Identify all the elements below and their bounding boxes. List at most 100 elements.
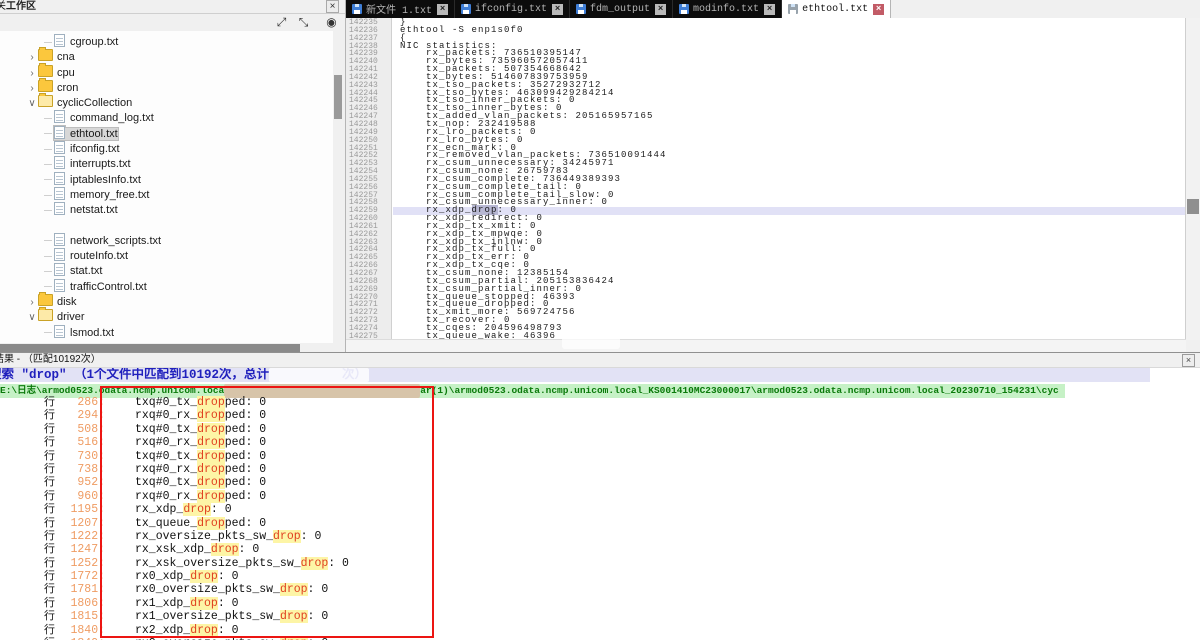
result-row[interactable]: 行952:txq#0_tx_dropped: 0 — [0, 476, 1200, 489]
scrollbar-thumb[interactable] — [1187, 199, 1199, 214]
match-highlight: drop — [197, 450, 225, 463]
row-match-text: txq#0_tx_dropped: 0 — [135, 450, 266, 463]
row-label: 行 — [44, 558, 55, 571]
tree-connector — [44, 210, 52, 211]
line-number-gutter: 1422351422361422371422381422391422401422… — [346, 18, 392, 340]
tree-horizontal-scrollbar[interactable] — [0, 344, 333, 352]
scrollbar-thumb[interactable] — [334, 75, 342, 119]
close-icon[interactable]: × — [764, 4, 775, 15]
tree-item[interactable]: ›cron — [0, 80, 333, 95]
locate-file-icon[interactable]: ◉ — [324, 15, 339, 30]
file-icon — [54, 126, 65, 139]
folder-open-icon — [38, 309, 53, 321]
result-row[interactable]: 行1840:rx2_xdp_drop: 0 — [0, 624, 1200, 637]
save-icon — [576, 4, 586, 14]
tree-item[interactable]: › cpu — [0, 65, 333, 80]
row-match-text: txq#0_tx_dropped: 0 — [135, 423, 266, 436]
result-row[interactable]: 行1222:rx_oversize_pkts_sw_drop: 0 — [0, 530, 1200, 543]
chevron-right-icon[interactable]: › — [26, 295, 38, 310]
tree-connector — [44, 179, 52, 180]
close-icon[interactable]: × — [655, 4, 666, 15]
row-line-number: 1222: — [55, 530, 105, 543]
matched-file-path-row[interactable]: E:\日志\armod0523.odata.ncmp.unicom.locaar… — [0, 382, 1200, 396]
tree-item-label: memory_free.txt — [70, 189, 149, 201]
editor-textarea[interactable]: 1422351422361422371422381422391422401422… — [346, 18, 1186, 340]
tree-item[interactable]: ethtool.txt — [0, 126, 333, 141]
tree-item[interactable]: iptablesInfo.txt — [0, 172, 333, 187]
collapse-all-icon[interactable]: ⤡ — [296, 15, 311, 30]
row-match-text: rx1_xdp_drop: 0 — [135, 597, 239, 610]
row-line-number: 730: — [55, 450, 105, 463]
tree-item[interactable]: ifconfig.txt — [0, 141, 333, 156]
results-header-text: 结果 - （匹配10192次） — [0, 353, 101, 366]
results-close-icon[interactable]: × — [1182, 354, 1195, 367]
result-row[interactable]: 行960:rxq#0_rx_dropped: 0 — [0, 490, 1200, 503]
tree-item[interactable]: command_log.txt — [0, 110, 333, 125]
match-highlight: drop — [197, 517, 225, 530]
app-window: 关工作区 × ⤢ ⤡ ◉ cgroup.txt›cna›cpu›cron∨cyc… — [0, 0, 1200, 640]
match-highlight: drop — [197, 436, 225, 449]
close-icon[interactable]: × — [437, 4, 448, 15]
close-icon[interactable]: × — [552, 4, 563, 15]
result-row[interactable]: 行1815:rx1_oversize_pkts_sw_drop: 0 — [0, 610, 1200, 623]
redaction-overlay — [562, 327, 620, 349]
row-line-number: 1252: — [55, 557, 105, 570]
result-row[interactable]: 行294:rxq#0_rx_dropped: 0 — [0, 409, 1200, 422]
match-highlight: drop — [197, 409, 225, 422]
row-line-number: 952: — [55, 476, 105, 489]
chevron-right-icon[interactable]: › — [26, 66, 38, 81]
tree-item[interactable]: network_scripts.txt — [0, 233, 333, 248]
editor-tab[interactable]: 新文件 1.txt× — [346, 0, 455, 18]
tree-item[interactable]: ∨driver — [0, 309, 333, 324]
result-row[interactable]: 行508:txq#0_tx_dropped: 0 — [0, 423, 1200, 436]
row-match-text: rx_xsk_xdp_drop: 0 — [135, 543, 259, 556]
tree-item[interactable]: stat.txt — [0, 263, 333, 278]
result-row[interactable]: 行1247:rx_xsk_xdp_drop: 0 — [0, 543, 1200, 556]
row-match-text: rx_oversize_pkts_sw_drop: 0 — [135, 530, 321, 543]
chevron-down-icon[interactable]: ∨ — [26, 96, 38, 111]
result-row[interactable]: 行1806:rx1_xdp_drop: 0 — [0, 597, 1200, 610]
chevron-right-icon[interactable]: › — [26, 50, 38, 65]
tab-label: ifconfig.txt — [475, 4, 547, 15]
result-row[interactable]: 行516:rxq#0_rx_dropped: 0 — [0, 436, 1200, 449]
result-row[interactable]: 行286:txq#0_tx_dropped: 0 — [0, 396, 1200, 409]
tree-item[interactable]: cgroup.txt — [0, 34, 333, 49]
search-summary-row[interactable]: 搜索 "drop" （1个文件中匹配到10192次，总计次） — [0, 368, 1150, 382]
chevron-right-icon[interactable]: › — [26, 81, 38, 96]
result-row[interactable]: 行1195:rx_xdp_drop: 0 — [0, 503, 1200, 516]
result-row[interactable]: 行730:txq#0_tx_dropped: 0 — [0, 450, 1200, 463]
tree-item[interactable]: routeInfo.txt — [0, 248, 333, 263]
row-match-text: rx0_oversize_pkts_sw_drop: 0 — [135, 583, 328, 596]
save-icon — [788, 4, 798, 14]
tree-item[interactable]: trafficControl.txt — [0, 279, 333, 294]
close-icon[interactable]: × — [873, 4, 884, 15]
editor-tab[interactable]: fdm_output× — [570, 0, 673, 18]
tree-item[interactable]: ›cna — [0, 49, 333, 64]
tree-item[interactable]: lsmod.txt — [0, 325, 333, 340]
tree-item[interactable]: ∨cyclicCollection — [0, 95, 333, 110]
workspace-close-icon[interactable]: × — [326, 0, 339, 13]
editor-vertical-scrollbar[interactable] — [1185, 18, 1200, 340]
tree-vertical-scrollbar[interactable] — [334, 31, 342, 343]
result-row[interactable]: 行1252:rx_xsk_oversize_pkts_sw_drop: 0 — [0, 557, 1200, 570]
row-label: 行 — [44, 424, 55, 437]
tree-item-label: ifconfig.txt — [70, 143, 120, 155]
scrollbar-thumb[interactable] — [0, 344, 300, 352]
editor-tab[interactable]: ethtool.txt× — [782, 0, 891, 20]
tree-item-label: cpu — [57, 67, 75, 79]
save-icon — [352, 4, 362, 14]
tree-item[interactable]: interrupts.txt — [0, 156, 333, 171]
editor-horizontal-scrollbar[interactable] — [346, 339, 1186, 352]
result-row[interactable]: 行738:rxq#0_rx_dropped: 0 — [0, 463, 1200, 476]
expand-all-icon[interactable]: ⤢ — [274, 15, 289, 30]
chevron-down-icon[interactable]: ∨ — [26, 310, 38, 325]
tree-item[interactable]: netstat.txt — [0, 202, 333, 217]
tree-item[interactable]: memory_free.txt — [0, 187, 333, 202]
editor-tab[interactable]: ifconfig.txt × — [455, 0, 570, 18]
result-row[interactable]: 行1207:tx_queue_dropped: 0 — [0, 517, 1200, 530]
result-row[interactable]: 行1781:rx0_oversize_pkts_sw_drop: 0 — [0, 583, 1200, 596]
editor-tab[interactable]: modinfo.txt× — [673, 0, 782, 18]
result-row[interactable]: 行1772:rx0_xdp_drop: 0 — [0, 570, 1200, 583]
tree-item[interactable]: ›disk — [0, 294, 333, 309]
match-highlight: drop — [211, 543, 239, 556]
